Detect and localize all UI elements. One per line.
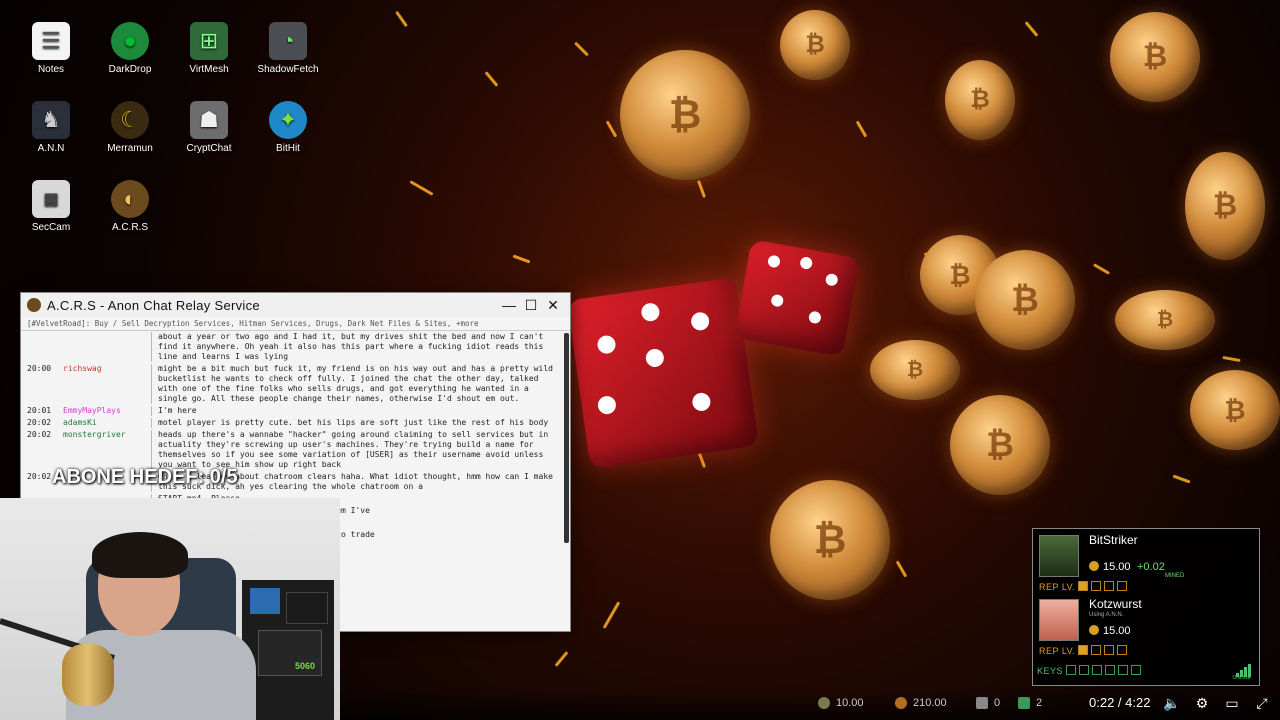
video-time: 0:22 / 4:22 — [1089, 695, 1151, 710]
desktop-icon-ann[interactable]: ♞ A.N.N — [12, 101, 90, 154]
volume-icon[interactable]: 🔈 — [1163, 694, 1181, 712]
online-label: ONLINE — [1232, 675, 1251, 681]
settings-gear-icon[interactable]: ⚙ — [1193, 694, 1211, 712]
player-panel: BitStriker 15.00 +0.02 MINED REP LV. Kot… — [1032, 528, 1260, 686]
desktop-icon-acrs[interactable]: ◐ A.C.R.S — [91, 180, 169, 233]
message-time: 20:02 — [27, 430, 52, 439]
microphone — [62, 644, 114, 706]
desktop-icon-label: VirtMesh — [189, 64, 229, 75]
player-avatar — [1039, 535, 1079, 577]
acrs-app-icon — [27, 298, 41, 312]
chat-message-row: 20:01 EmmyMayPlays I'm here — [21, 405, 562, 417]
arrows-icon — [1018, 697, 1030, 709]
player-card[interactable]: BitStriker 15.00 +0.02 MINED REP LV. — [1037, 531, 1255, 593]
gpu-box-label: 5060 — [294, 661, 315, 671]
maximize-button[interactable]: ☐ — [520, 297, 542, 314]
message-time: 20:00 — [27, 364, 52, 373]
miniplayer-icon[interactable]: ▭ — [1223, 694, 1241, 712]
desktop-icon-bithit[interactable]: ✦ BitHit — [249, 101, 327, 154]
message-nick[interactable]: richswag — [63, 364, 151, 404]
desktop-icon-label: Merramun — [107, 143, 153, 154]
product-box — [250, 588, 280, 614]
player-coins: 15.00 — [1089, 561, 1131, 573]
window-title: A.C.R.S - Anon Chat Relay Service — [47, 297, 260, 313]
chat-message-row: about a year or two ago and I had it, bu… — [21, 331, 562, 363]
subscriber-goal-overlay: ABONE HEDEF: 0/5 — [52, 466, 238, 488]
close-button[interactable]: ✕ — [542, 297, 564, 314]
mined-label: MINED — [1165, 573, 1185, 579]
minimize-button[interactable]: — — [498, 297, 520, 313]
stat-tools: 0 — [976, 697, 1000, 709]
hammer-icon — [976, 697, 988, 709]
hacker-avatar-icon: ♞ — [32, 101, 70, 139]
message-text: I'm here — [151, 406, 556, 416]
fullscreen-icon[interactable]: ⤢ — [1253, 694, 1271, 712]
desktop-icon-label: DarkDrop — [108, 64, 152, 75]
player-status: Using A.N.N. — [1089, 612, 1124, 618]
chat-message-row: 20:02 adamsKi motel player is pretty cute.… — [21, 417, 562, 429]
player-name: BitStriker — [1089, 533, 1138, 547]
message-nick[interactable]: EmmyMayPlays — [63, 406, 151, 416]
stat-coins: 210.00 — [895, 697, 947, 709]
streamer-hair — [92, 532, 188, 578]
message-nick[interactable]: monstergriver — [63, 430, 151, 470]
desktop-icon-virtmesh[interactable]: ⊞ VirtMesh — [170, 22, 248, 75]
coin-icon — [1089, 561, 1099, 571]
player-name: Kotzwurst — [1089, 597, 1142, 611]
message-time — [27, 332, 63, 362]
desktop-icon-label: A.C.R.S — [111, 222, 149, 233]
desktop-icon-label: BitHit — [276, 143, 300, 154]
stat-network: 2 — [1018, 697, 1042, 709]
network-monitor-icon: ⊞ — [190, 22, 228, 60]
player-coins: 15.00 — [1089, 625, 1131, 637]
desktop-icon-merramun[interactable]: ☾ Merramun — [91, 101, 169, 154]
crescent-icon: ☾ — [111, 101, 149, 139]
message-text: might be a bit much but fuck it, my frie… — [151, 364, 556, 404]
keys-meter: KEYS — [1037, 665, 1142, 676]
security-camera-icon: ◙ — [32, 180, 70, 218]
message-text: heads up there's a wannabe "hacker" goin… — [151, 430, 556, 470]
window-titlebar[interactable]: A.C.R.S - Anon Chat Relay Service — ☐ ✕ — [21, 293, 570, 317]
message-time: 20:02 — [27, 418, 52, 427]
desktop-icon-label: Notes — [37, 64, 65, 75]
desktop-icon-darkdrop[interactable]: ● DarkDrop — [91, 22, 169, 75]
desktop-icon-label: A.N.N — [37, 143, 65, 154]
player-avatar — [1039, 599, 1079, 641]
bithit-logo-icon: ✦ — [269, 101, 307, 139]
channel-topic: [#VelvetRoad]: Buy / Sell Decryption Ser… — [21, 317, 570, 331]
product-box — [286, 592, 328, 624]
message-nick[interactable]: adamsKi — [63, 418, 151, 428]
coin-icon — [1089, 625, 1099, 635]
message-nick[interactable] — [63, 332, 151, 362]
desktop-icon-label: ShadowFetch — [257, 64, 319, 75]
desktop-icon-seccam[interactable]: ◙ SecCam — [12, 180, 90, 233]
rep-level: REP LV. — [1039, 645, 1128, 656]
stat-cpu: 10.00 — [818, 697, 864, 709]
acrs-logo-icon: ◐ — [111, 180, 149, 218]
notes-icon: ☰ — [32, 22, 70, 60]
gpu-box: 5060 — [258, 630, 322, 676]
message-text: about a year or two ago and I had it, bu… — [151, 332, 556, 362]
desktop-icon-label: SecCam — [31, 222, 71, 233]
chat-message-row: 20:02 monstergriver heads up there's a wan… — [21, 429, 562, 471]
desktop-icon-notes[interactable]: ☰ Notes — [12, 22, 90, 75]
rep-level: REP LV. — [1039, 581, 1128, 592]
message-time: 20:01 — [27, 406, 52, 415]
chat-scrollbar[interactable] — [564, 333, 569, 543]
coin-icon — [895, 697, 907, 709]
player-card[interactable]: Kotzwurst Using A.N.N. 15.00 REP LV. — [1037, 595, 1255, 657]
webcam-feed: 5060 — [0, 498, 340, 720]
chat-message-row: 20:00 richswag might be a bit much but fuc… — [21, 363, 562, 405]
globe-icon: ● — [111, 22, 149, 60]
folder-icon: ◔ — [269, 22, 307, 60]
desktop-icon-cryptchat[interactable]: ☗ CryptChat — [170, 101, 248, 154]
message-text: motel player is pretty cute. bet his lip… — [151, 418, 556, 428]
gear-icon — [818, 697, 830, 709]
desktop-icon-label: CryptChat — [186, 143, 232, 154]
hooded-user-icon: ☗ — [190, 101, 228, 139]
desktop-icon-shadowfetch[interactable]: ◔ ShadowFetch — [249, 22, 327, 75]
player-coin-delta: +0.02 — [1137, 561, 1165, 573]
